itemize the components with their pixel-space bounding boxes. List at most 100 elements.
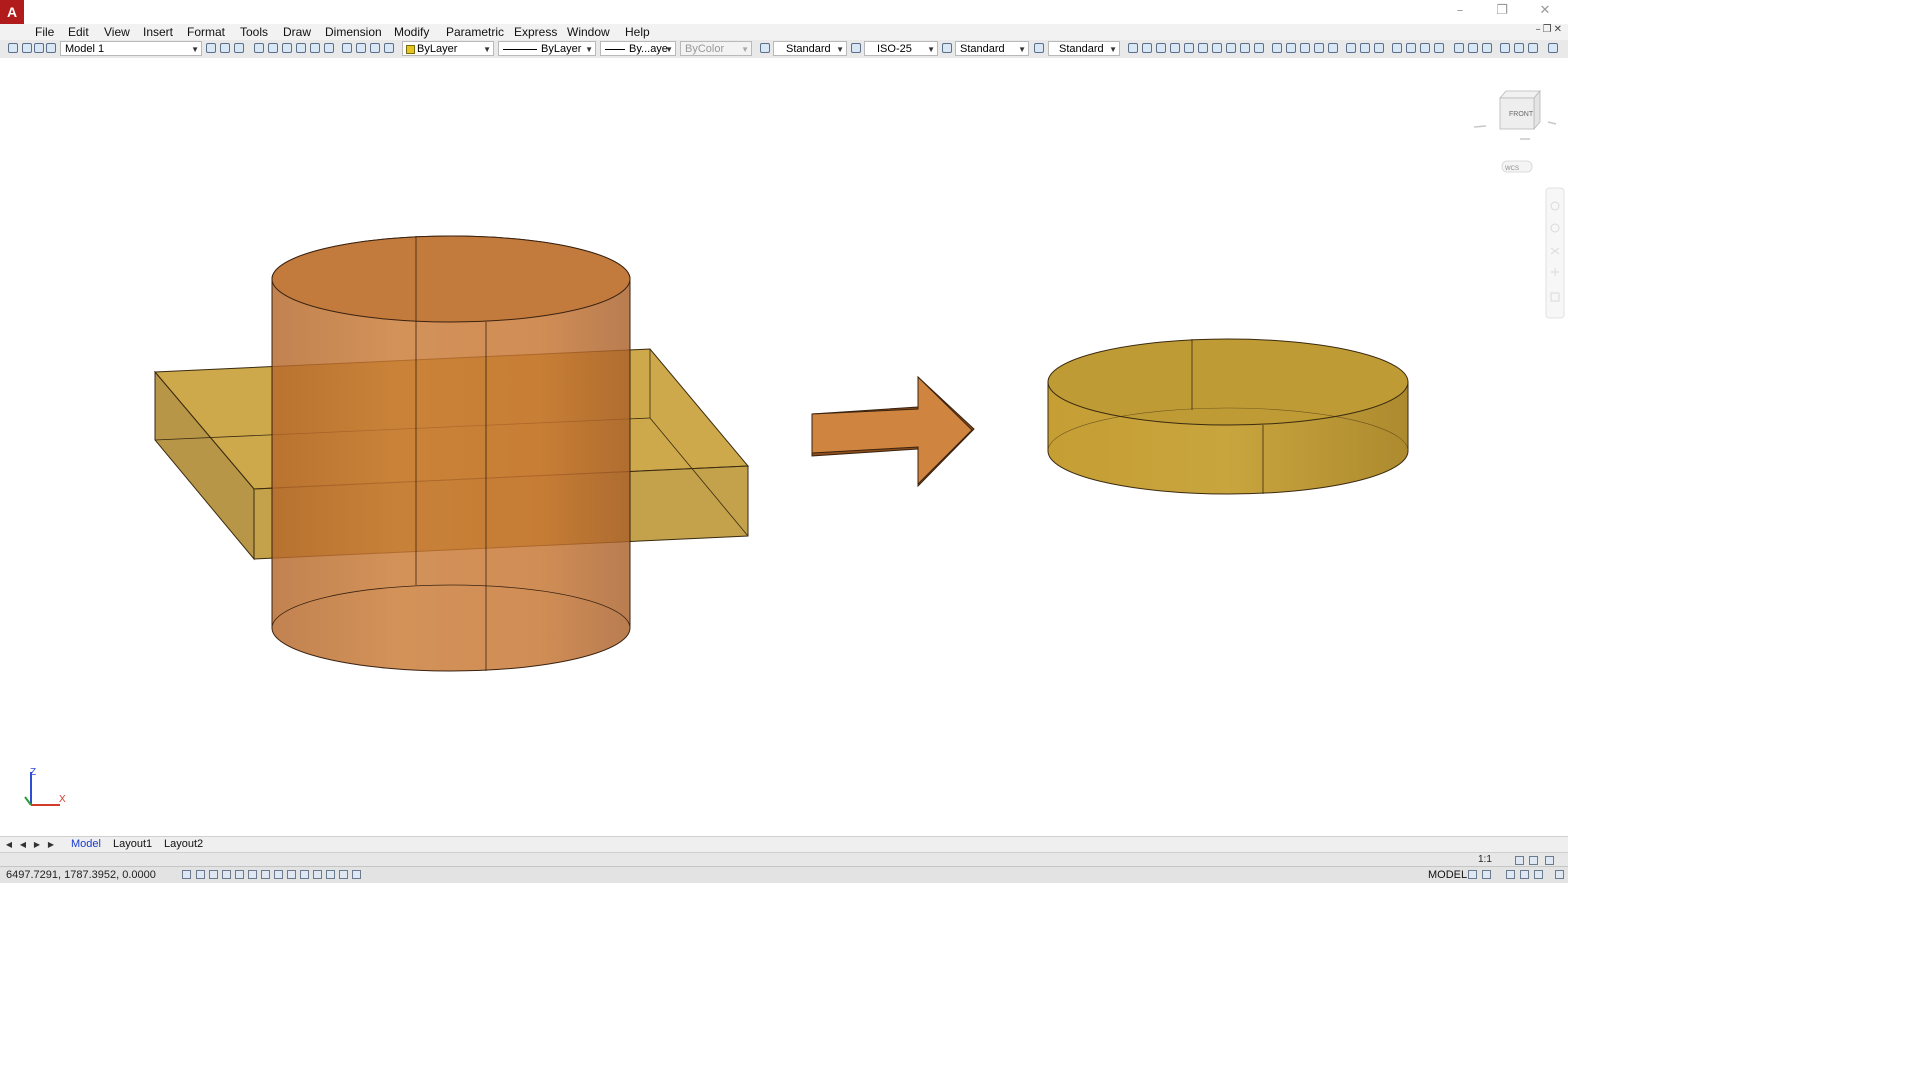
last-tab-icon[interactable]: ▶ — [45, 838, 57, 851]
layer-match-icon[interactable] — [220, 43, 230, 53]
text-style-icon[interactable] — [760, 43, 770, 53]
undo-icon[interactable] — [1454, 43, 1464, 53]
mleader-style-icon[interactable] — [1034, 43, 1044, 53]
layer-tool-6-icon[interactable] — [324, 43, 334, 53]
draw-polyline-icon[interactable] — [1142, 43, 1152, 53]
modify-copy-icon[interactable] — [1286, 43, 1296, 53]
tab-layout2[interactable]: Layout2 — [164, 837, 203, 852]
linetype-dropdown[interactable]: ByLayer ▼ — [498, 41, 596, 56]
menu-express[interactable]: Express — [514, 24, 557, 40]
draw-polygon-icon[interactable] — [1156, 43, 1166, 53]
quick-view-drawings-icon[interactable] — [1482, 870, 1491, 879]
first-tab-icon[interactable]: ◀ — [3, 838, 15, 851]
3d-object-snap-icon[interactable] — [261, 870, 270, 879]
autoscale-icon[interactable] — [1529, 856, 1538, 865]
freeze-icon[interactable] — [34, 43, 44, 53]
steering-wheel-icon[interactable] — [1534, 870, 1543, 879]
document-window-controls[interactable]: –❐✕ — [1536, 24, 1564, 35]
redo-icon[interactable] — [1468, 43, 1478, 53]
solid-union-icon[interactable] — [1392, 43, 1402, 53]
object-snap-icon[interactable] — [248, 870, 257, 879]
layer-tool-2-icon[interactable] — [268, 43, 278, 53]
menu-insert[interactable]: Insert — [143, 24, 173, 40]
modify-move-icon[interactable] — [1272, 43, 1282, 53]
lineweight-dropdown[interactable]: By...aye ▼ — [600, 41, 676, 56]
menu-view[interactable]: View — [104, 24, 130, 40]
solid-subtract-icon[interactable] — [1406, 43, 1416, 53]
dynamic-input-icon[interactable] — [300, 870, 309, 879]
lock-icon[interactable] — [46, 43, 56, 53]
model-space-canvas[interactable]: Z X FRONT WCS — [0, 58, 1568, 836]
menu-help[interactable]: Help — [625, 24, 650, 40]
close-icon[interactable]: ✕ — [1531, 2, 1559, 20]
grid-display-icon[interactable] — [209, 870, 218, 879]
table-style-icon[interactable] — [942, 43, 952, 53]
quick-view-layouts-icon[interactable] — [1468, 870, 1477, 879]
workspace-dropdown[interactable]: Model 1 ▼ — [60, 41, 202, 56]
annotation-scale[interactable]: 1:1 — [1478, 853, 1492, 866]
clean-screen-icon[interactable] — [1555, 870, 1564, 879]
draw-arc-icon[interactable] — [1184, 43, 1194, 53]
menu-draw[interactable]: Draw — [283, 24, 311, 40]
snap-mode-icon[interactable] — [196, 870, 205, 879]
layer-tool-7-icon[interactable] — [342, 43, 352, 53]
tab-model[interactable]: Model — [71, 837, 101, 852]
view-orbit-icon[interactable] — [1346, 43, 1356, 53]
selection-cycling-icon[interactable] — [352, 870, 361, 879]
match-properties-icon[interactable] — [1482, 43, 1492, 53]
color-dropdown[interactable]: ByLayer ▼ — [402, 41, 494, 56]
viewcube[interactable]: FRONT WCS — [1473, 89, 1557, 173]
view-pan-icon[interactable] — [1374, 43, 1384, 53]
mleader-style-dropdown[interactable]: Standard ▼ — [1048, 41, 1120, 56]
next-tab-icon[interactable]: ▶ — [31, 838, 43, 851]
annotation-visibility-icon[interactable] — [1515, 856, 1524, 865]
layer-tool-4-icon[interactable] — [296, 43, 306, 53]
ortho-mode-icon[interactable] — [222, 870, 231, 879]
layer-state-icon[interactable] — [22, 43, 32, 53]
tab-layout1[interactable]: Layout1 — [113, 837, 152, 852]
dynamic-ucs-icon[interactable] — [287, 870, 296, 879]
menu-tools[interactable]: Tools — [240, 24, 268, 40]
workspace-switch-icon[interactable] — [1545, 856, 1554, 865]
ucs-previous-icon[interactable] — [1528, 43, 1538, 53]
menu-dimension[interactable]: Dimension — [325, 24, 382, 40]
menu-modify[interactable]: Modify — [394, 24, 429, 40]
help-icon[interactable] — [1548, 43, 1558, 53]
transparency-icon[interactable] — [326, 870, 335, 879]
dim-style-dropdown[interactable]: ISO-25 ▼ — [864, 41, 938, 56]
cursor-coordinates[interactable]: 6497.7291, 1787.3952, 0.0000 — [6, 868, 156, 882]
navigation-bar[interactable] — [1545, 187, 1565, 319]
layer-tool-3-icon[interactable] — [282, 43, 292, 53]
layer-tool-1-icon[interactable] — [254, 43, 264, 53]
draw-rectangle-icon[interactable] — [1170, 43, 1180, 53]
polar-tracking-icon[interactable] — [235, 870, 244, 879]
object-snap-tracking-icon[interactable] — [274, 870, 283, 879]
region-icon[interactable] — [1254, 43, 1264, 53]
modify-scale-icon[interactable] — [1314, 43, 1324, 53]
layer-tool-9-icon[interactable] — [370, 43, 380, 53]
quick-properties-icon[interactable] — [339, 870, 348, 879]
menu-file[interactable]: File — [35, 24, 54, 40]
hatch-icon[interactable] — [1240, 43, 1250, 53]
draw-spline-icon[interactable] — [1212, 43, 1222, 53]
menu-edit[interactable]: Edit — [68, 24, 89, 40]
table-style-dropdown[interactable]: Standard ▼ — [955, 41, 1029, 56]
text-style-dropdown[interactable]: Standard ▼ — [773, 41, 847, 56]
cylinder-solid[interactable] — [271, 235, 631, 672]
ucs-icon[interactable] — [1500, 43, 1510, 53]
restore-icon[interactable]: ❐ — [1488, 2, 1516, 20]
application-menu-button[interactable]: A — [0, 0, 24, 24]
model-space-toggle[interactable]: MODEL — [1428, 868, 1467, 882]
lineweight-icon[interactable] — [313, 870, 322, 879]
solid-intersect-icon[interactable] — [1420, 43, 1430, 53]
infer-constraints-icon[interactable] — [182, 870, 191, 879]
menu-window[interactable]: Window — [567, 24, 610, 40]
menu-format[interactable]: Format — [187, 24, 225, 40]
menu-parametric[interactable]: Parametric — [446, 24, 504, 40]
draw-circle-icon[interactable] — [1198, 43, 1208, 53]
disc-solid[interactable] — [1047, 338, 1409, 495]
modify-rotate-icon[interactable] — [1300, 43, 1310, 53]
layer-iso-icon[interactable] — [234, 43, 244, 53]
minimize-icon[interactable]: – — [1446, 2, 1474, 20]
zoom-icon[interactable] — [1520, 870, 1529, 879]
